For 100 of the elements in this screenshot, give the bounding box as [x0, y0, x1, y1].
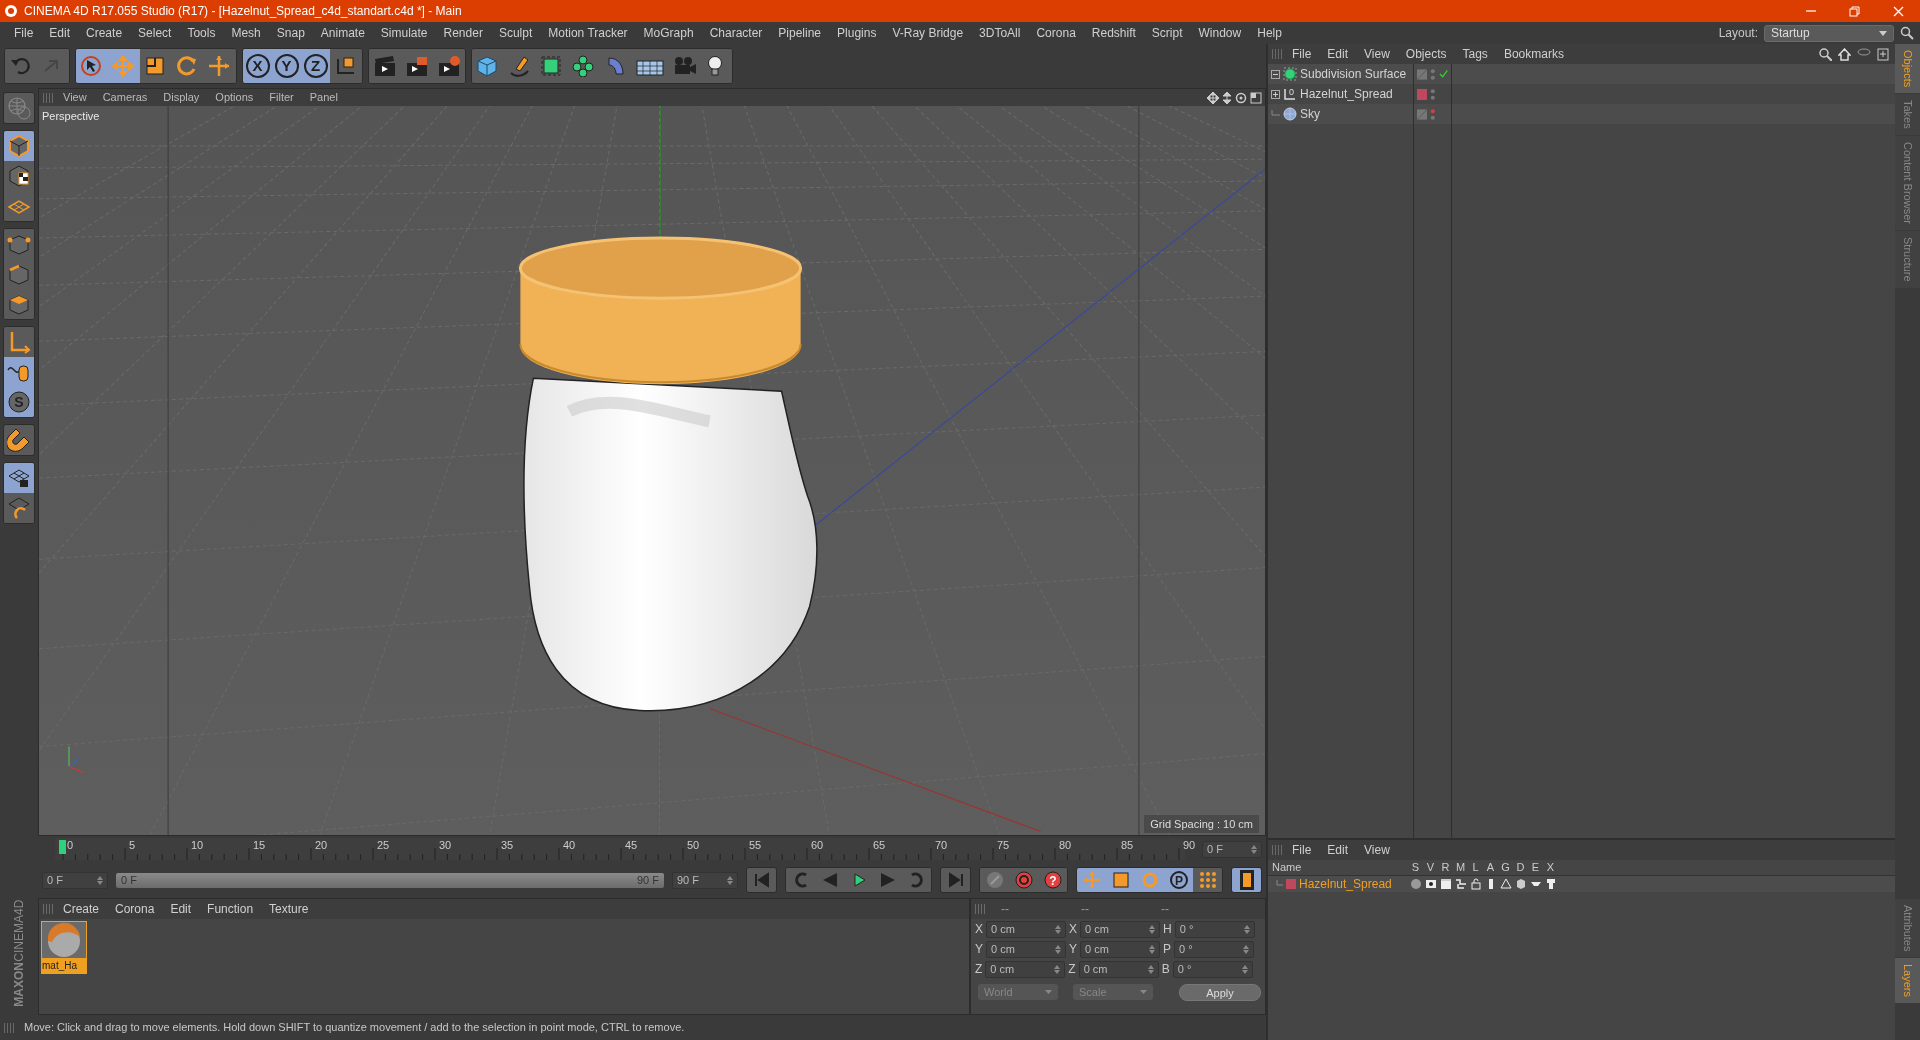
materials-menu-item[interactable]: Function — [199, 900, 262, 918]
size-field[interactable]: 0 cm — [1080, 920, 1161, 938]
menu-item[interactable]: Sculpt — [490, 24, 541, 42]
spinner-icon — [1149, 924, 1156, 934]
position-field[interactable]: 0 cm — [986, 940, 1066, 958]
object-name[interactable]: Hazelnut_Spread — [1300, 85, 1393, 103]
restore-icon — [1847, 4, 1861, 18]
rotation-field[interactable]: 0 ° — [1172, 960, 1253, 978]
menu-item[interactable]: V-Ray Bridge — [884, 24, 972, 42]
size-field[interactable]: 0 cm — [1078, 960, 1159, 978]
menu-item[interactable]: Simulate — [372, 24, 436, 42]
objects-menu-item[interactable]: Bookmarks — [1495, 45, 1572, 63]
lockplane-mode-button[interactable] — [4, 463, 34, 493]
move-icon — [112, 55, 136, 77]
objects-menu-item[interactable]: Edit — [1319, 45, 1357, 63]
menu-item[interactable]: Create — [78, 24, 131, 42]
position-field[interactable]: 0 cm — [985, 960, 1066, 978]
axis-label: Y — [1069, 941, 1078, 958]
apply-button[interactable]: Apply — [1179, 983, 1261, 1001]
materials-menu-item[interactable]: Texture — [261, 900, 317, 918]
rotation-field[interactable]: 0 ° — [1174, 920, 1255, 938]
move-icon — [1082, 871, 1101, 889]
grip-handle[interactable] — [43, 92, 55, 103]
flower-icon — [572, 55, 596, 77]
viewport-menu-item[interactable]: Cameras — [94, 89, 156, 106]
menu-item[interactable]: Motion Tracker — [540, 24, 636, 42]
menu-item[interactable]: Snap — [268, 24, 313, 42]
menu-item[interactable]: Select — [130, 24, 180, 42]
select-tool-button[interactable] — [76, 49, 108, 83]
menu-item[interactable]: Mesh — [223, 24, 269, 42]
object-name[interactable]: Sky — [1300, 105, 1320, 123]
position-field[interactable]: 0 cm — [986, 920, 1066, 938]
checker-cube-icon — [7, 164, 31, 188]
key-param-button[interactable]: P — [1164, 868, 1193, 892]
viewport-menu-item[interactable]: Filter — [261, 89, 302, 106]
menu-item[interactable]: Render — [435, 24, 491, 42]
menu-item[interactable]: Animate — [312, 24, 373, 42]
grid-spacing-label: Grid Spacing : 10 cm — [1144, 814, 1259, 833]
objects-menu-item[interactable]: Objects — [1397, 45, 1455, 63]
menu-item[interactable]: Script — [1143, 24, 1191, 42]
current-frame-field[interactable]: 0 F — [1202, 840, 1262, 858]
menu-item[interactable]: Window — [1190, 24, 1250, 42]
expand-toggle[interactable] — [1271, 89, 1280, 99]
menu-item[interactable]: Corona — [1028, 24, 1084, 42]
subdivision-cage-icon — [540, 55, 564, 77]
materials-menu-item[interactable]: Edit — [162, 900, 200, 918]
axis-toggle-button[interactable]: Y — [272, 49, 301, 83]
glove-icon — [1544, 878, 1557, 890]
objects-menu-item[interactable]: View — [1356, 45, 1398, 63]
side-tab[interactable]: Objects — [1895, 44, 1920, 94]
layer-row[interactable]: Hazelnut_Spread — [1268, 876, 1895, 892]
frame-number: 10 — [191, 839, 204, 851]
menu-item[interactable]: Character — [701, 24, 771, 42]
viewport-menu-item[interactable]: Options — [207, 89, 262, 106]
viewport-menu-item[interactable]: Display — [155, 89, 208, 106]
expand-toggle[interactable] — [1271, 69, 1280, 79]
objects-menu-item[interactable]: Tags — [1454, 45, 1496, 63]
menu-item[interactable]: MoGraph — [635, 24, 702, 42]
end-frame-field[interactable]: 90 F — [672, 871, 738, 889]
viewport-menu-item[interactable]: Panel — [301, 89, 346, 106]
frame-number: 50 — [687, 839, 700, 851]
size-field[interactable]: 0 cm — [1080, 940, 1161, 958]
axis-label: Z — [975, 961, 983, 978]
axis-toggle-button[interactable]: X — [243, 49, 272, 83]
axis-toggle-button[interactable]: Z — [301, 49, 330, 83]
frame-number: 85 — [1121, 839, 1134, 851]
start-frame-field[interactable]: 0 F — [42, 871, 108, 889]
layers-menu-item[interactable]: View — [1356, 841, 1398, 859]
materials-menu-item[interactable]: Corona — [107, 900, 163, 918]
layout-dropdown[interactable]: Startup — [1764, 24, 1894, 42]
menu-item[interactable]: Plugins — [829, 24, 885, 42]
rotation-field[interactable]: 0 ° — [1174, 940, 1255, 958]
model-mode-button[interactable] — [4, 93, 34, 123]
menu-item[interactable]: Pipeline — [770, 24, 830, 42]
column-header: -- — [1000, 901, 1010, 918]
materials-menu-item[interactable]: Create — [55, 900, 108, 918]
menu-item[interactable]: Tools — [179, 24, 224, 42]
menu-item[interactable]: 3DToAll — [971, 24, 1029, 42]
spinner-icon — [1243, 944, 1250, 954]
menu-item[interactable]: Edit — [41, 24, 79, 42]
layers-menu-item[interactable]: Edit — [1319, 841, 1357, 859]
axis-mode-button[interactable] — [4, 327, 34, 357]
scale-icon — [1111, 871, 1130, 889]
column-header: E — [1530, 860, 1541, 876]
timeline-button[interactable] — [1232, 868, 1261, 892]
snap-mode-button[interactable] — [4, 425, 34, 455]
object-name[interactable]: Subdivision Surface — [1300, 65, 1407, 83]
material-tile[interactable]: mat_Ha — [42, 922, 86, 973]
objects-menu-item[interactable]: File — [1284, 45, 1320, 63]
no-layer-icon — [1417, 68, 1428, 80]
column-header: V — [1425, 860, 1436, 876]
layers-menu-item[interactable]: File — [1284, 841, 1320, 859]
viewport-menu-item[interactable]: View — [55, 89, 95, 106]
menu-item[interactable]: Help — [1249, 24, 1290, 42]
menu-item[interactable]: File — [6, 24, 42, 42]
layer-name[interactable]: Hazelnut_Spread — [1299, 875, 1392, 893]
menu-item[interactable]: Redshift — [1083, 24, 1144, 42]
maxon-logo-text: MAXON — [11, 962, 27, 1007]
tweak-mode-button[interactable] — [4, 357, 34, 387]
object-mode-button[interactable] — [4, 131, 34, 161]
